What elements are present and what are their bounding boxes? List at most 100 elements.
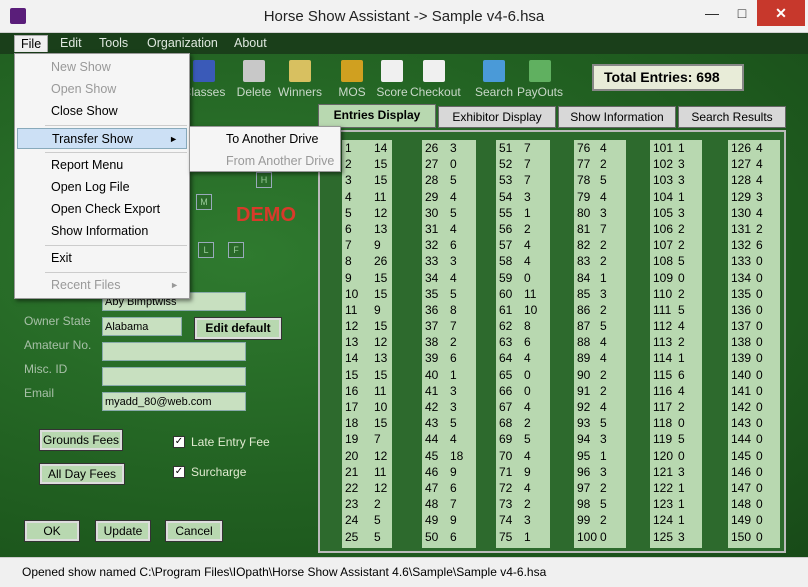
toolbar-score-button[interactable]: checkbox-icon Score bbox=[368, 58, 416, 102]
class-number: 94 bbox=[577, 432, 591, 447]
maximize-button[interactable]: □ bbox=[727, 0, 757, 26]
entry-count: 3 bbox=[450, 400, 457, 414]
entry-count: 1 bbox=[600, 448, 607, 463]
entry-count: 3 bbox=[450, 141, 457, 155]
class-number: 76 bbox=[577, 141, 591, 155]
ok-button[interactable]: OK bbox=[24, 520, 80, 542]
surcharge-checkbox[interactable]: ✓ bbox=[173, 466, 185, 478]
tab-entries-display[interactable]: Entries Display bbox=[318, 104, 436, 128]
entry-row: 1 14 bbox=[342, 140, 392, 156]
class-number: 12 bbox=[345, 319, 359, 334]
edit-default-button[interactable]: Edit default bbox=[194, 317, 282, 340]
entry-count: 2 bbox=[524, 416, 531, 431]
toolbar-checkout-button[interactable]: cart-icon Checkout bbox=[410, 58, 461, 102]
class-number: 113 bbox=[653, 335, 673, 350]
class-number: 28 bbox=[425, 173, 439, 188]
all-day-fees-button[interactable]: All Day Fees bbox=[39, 463, 125, 485]
entry-row: 146 0 bbox=[728, 464, 780, 480]
class-number: 22 bbox=[345, 480, 359, 495]
entry-count: 11 bbox=[374, 464, 387, 479]
entry-row: 59 0 bbox=[496, 270, 550, 286]
tab-show-information[interactable]: Show Information bbox=[558, 106, 676, 128]
cancel-button[interactable]: Cancel bbox=[165, 520, 223, 542]
entry-count: 14 bbox=[374, 141, 388, 155]
entry-count: 7 bbox=[450, 319, 457, 334]
toolbar-payouts-button[interactable]: dollar-icon PayOuts bbox=[516, 58, 564, 102]
entry-count: 3 bbox=[678, 464, 685, 479]
toolbar-delete-button[interactable]: delete-x-icon Delete bbox=[230, 58, 278, 102]
menu-organization[interactable]: Organization bbox=[141, 35, 224, 52]
class-number: 97 bbox=[577, 480, 591, 495]
class-number: 55 bbox=[499, 205, 513, 220]
entry-count: 3 bbox=[450, 383, 457, 398]
update-button[interactable]: Update bbox=[95, 520, 151, 542]
f-button[interactable]: F bbox=[228, 242, 244, 258]
class-number: 6 bbox=[345, 221, 352, 236]
entry-count: 2 bbox=[524, 497, 531, 512]
entry-count: 0 bbox=[756, 448, 763, 463]
entry-count: 2 bbox=[600, 367, 607, 382]
tab-bar: Entries Display Exhibitor Display Show I… bbox=[316, 104, 786, 130]
menu-edit[interactable]: Edit bbox=[54, 35, 88, 52]
minimize-button[interactable]: — bbox=[697, 0, 727, 26]
file-menu-open-log-file[interactable]: Open Log File bbox=[17, 177, 187, 198]
entry-row: 56 2 bbox=[496, 221, 550, 237]
file-menu-show-information[interactable]: Show Information bbox=[17, 221, 187, 242]
entry-count: 12 bbox=[374, 205, 388, 220]
file-menu-recent-files: Recent Files ► bbox=[17, 275, 187, 296]
class-number: 68 bbox=[499, 416, 513, 431]
file-menu-close-show[interactable]: Close Show bbox=[17, 101, 187, 122]
class-number: 102 bbox=[653, 157, 674, 172]
l-button[interactable]: L bbox=[198, 242, 214, 258]
menu-separator bbox=[45, 272, 187, 273]
entry-count: 1 bbox=[524, 529, 531, 544]
file-menu-open-check-export[interactable]: Open Check Export bbox=[17, 199, 187, 220]
class-number: 35 bbox=[425, 286, 439, 301]
class-number: 84 bbox=[577, 270, 591, 285]
entry-count: 4 bbox=[678, 383, 685, 398]
entry-row: 126 4 bbox=[728, 140, 780, 156]
menu-file[interactable]: File bbox=[14, 35, 49, 52]
close-button[interactable]: ✕ bbox=[757, 0, 805, 26]
entry-row: 37 7 bbox=[422, 318, 476, 334]
class-number: 69 bbox=[499, 432, 513, 447]
grounds-fees-button[interactable]: Grounds Fees bbox=[39, 429, 123, 451]
entry-row: 113 2 bbox=[650, 334, 702, 350]
class-number: 8 bbox=[345, 254, 352, 269]
class-number: 122 bbox=[653, 480, 674, 495]
class-number: 149 bbox=[731, 513, 752, 528]
h-button[interactable]: H bbox=[256, 172, 272, 188]
menu-item-label: Close Show bbox=[51, 104, 118, 118]
submenu-to-another-drive[interactable]: To Another Drive bbox=[192, 129, 340, 150]
menu-bar: File Edit Tools Organization About bbox=[0, 33, 808, 54]
menu-about[interactable]: About bbox=[228, 35, 273, 52]
amateur-no-field[interactable] bbox=[102, 342, 246, 361]
entry-row: 18 15 bbox=[342, 415, 392, 431]
toolbar-search-button[interactable]: magnifier-icon Search bbox=[470, 58, 518, 102]
m-button[interactable]: M bbox=[196, 194, 212, 210]
tab-search-results[interactable]: Search Results bbox=[678, 106, 786, 128]
entry-row: 12 15 bbox=[342, 318, 392, 334]
class-number: 86 bbox=[577, 302, 591, 317]
menu-tools[interactable]: Tools bbox=[93, 35, 134, 52]
entry-count: 7 bbox=[600, 221, 607, 236]
class-number: 98 bbox=[577, 497, 591, 512]
entry-row: 11 9 bbox=[342, 302, 392, 318]
email-field[interactable]: myadd_80@web.com bbox=[102, 392, 246, 411]
file-menu-transfer-show[interactable]: Transfer Show ► bbox=[17, 128, 187, 149]
owner-state-field[interactable]: Alabama bbox=[102, 317, 182, 336]
tab-exhibitor-display[interactable]: Exhibitor Display bbox=[438, 106, 556, 128]
late-entry-checkbox[interactable]: ✓ bbox=[173, 436, 185, 448]
entry-row: 44 4 bbox=[422, 431, 476, 447]
entry-row: 22 12 bbox=[342, 480, 392, 496]
class-number: 99 bbox=[577, 513, 591, 528]
entry-count: 2 bbox=[600, 238, 607, 253]
toolbar-winners-button[interactable]: winners-icon Winners bbox=[276, 58, 324, 102]
misc-id-field[interactable] bbox=[102, 367, 246, 386]
class-number: 16 bbox=[345, 383, 359, 398]
email-label: Email bbox=[24, 386, 55, 400]
file-menu-report-menu[interactable]: Report Menu bbox=[17, 155, 187, 176]
entry-count: 9 bbox=[374, 302, 381, 317]
file-menu-exit[interactable]: Exit bbox=[17, 248, 187, 269]
entry-count: 5 bbox=[600, 416, 607, 431]
